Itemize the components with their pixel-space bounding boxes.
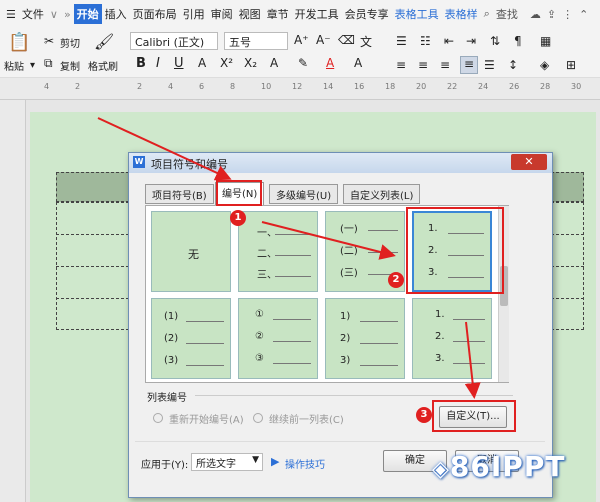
highlight-tab-numbering bbox=[216, 180, 262, 206]
diamond-icon: ◈ bbox=[432, 457, 450, 482]
highlight-customize-button bbox=[432, 400, 516, 432]
highlight-decimal-style bbox=[406, 207, 504, 294]
annotation-badge-3: 3 bbox=[416, 407, 432, 423]
watermark-logo: ◈86IPPT bbox=[432, 450, 598, 490]
annotation-badge-2: 2 bbox=[388, 272, 404, 288]
watermark-text: 86IPPT bbox=[449, 450, 566, 483]
annotation-badge-1: 1 bbox=[230, 210, 246, 226]
